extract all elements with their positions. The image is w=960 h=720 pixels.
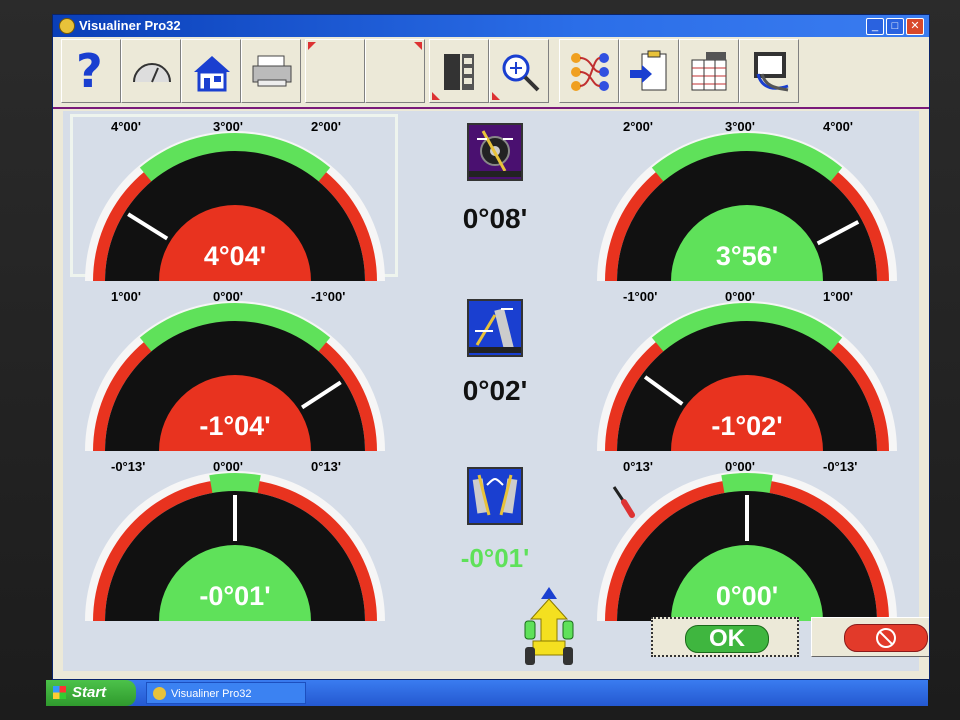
gauge-value: 4°04' — [203, 241, 267, 271]
house-icon — [194, 56, 230, 92]
window-title: Visualiner Pro32 — [79, 18, 181, 33]
app-icon — [153, 687, 166, 700]
total-toe-button[interactable] — [467, 467, 523, 525]
film-icon — [444, 54, 474, 90]
gauge-value: -1°04' — [199, 411, 271, 441]
print-button[interactable] — [241, 39, 301, 103]
gauge-tick-label: 0°13' — [311, 459, 341, 474]
help-button[interactable]: ? — [61, 39, 121, 103]
gauge-tick-label: 0°00' — [213, 289, 243, 304]
taskbar-item-visualiner[interactable]: Visualiner Pro32 — [146, 682, 306, 704]
taskbar: Start Visualiner Pro32 — [46, 680, 928, 706]
network-button[interactable] — [559, 39, 619, 103]
cross-caster-button[interactable] — [467, 299, 523, 357]
home-button[interactable] — [181, 39, 241, 103]
spreadsheet-icon — [691, 52, 727, 91]
gauge-tick-label: 0°00' — [213, 459, 243, 474]
maximize-button[interactable]: □ — [886, 18, 904, 35]
wheel-caster-icon — [469, 308, 521, 353]
film-button[interactable] — [429, 39, 489, 103]
gauge-tick-label: 2°00' — [623, 119, 653, 134]
no-entry-icon — [876, 628, 896, 648]
cross-caster-value: 0°02' — [462, 375, 528, 406]
close-button[interactable]: ✕ — [906, 18, 924, 35]
gauge-tick-label: 4°00' — [823, 119, 853, 134]
app-window: Visualiner Pro32 _ □ ✕ ? 4°00' 3°00' 2°0… — [52, 14, 930, 680]
zoom-button[interactable] — [489, 39, 549, 103]
diagnostics-button[interactable] — [739, 39, 799, 103]
car-direction-icon — [524, 587, 574, 665]
question-icon: ? — [76, 44, 103, 98]
cross-camber-button[interactable] — [467, 123, 523, 181]
gauge-tick-label: -0°13' — [823, 459, 858, 474]
gauge-tick-label: 4°00' — [111, 119, 141, 134]
screwdriver-icon[interactable] — [608, 483, 638, 519]
gauge-value: -0°01' — [199, 581, 271, 611]
title-bar: Visualiner Pro32 _ □ ✕ — [53, 15, 929, 37]
blank-button-2[interactable] — [365, 39, 425, 103]
cancel-button[interactable] — [811, 617, 929, 657]
ok-button[interactable]: OK — [651, 617, 799, 657]
connections-icon — [571, 53, 609, 91]
gauge-tick-label: 1°00' — [823, 289, 853, 304]
gauge-tick-label: -1°00' — [311, 289, 346, 304]
gauge-tick-label: -1°00' — [623, 289, 658, 304]
start-button[interactable]: Start — [46, 680, 136, 706]
alignment-panel: 4°00' 3°00' 2°00' 4°04' 2°00' 3°00' 4°00' 3°56… — [63, 111, 929, 671]
toolbar: ? — [53, 37, 929, 109]
gauge-tick-label: 2°00' — [311, 119, 341, 134]
gauge-tick-label: 3°00' — [725, 119, 755, 134]
cross-camber-value: 0°08' — [462, 203, 528, 234]
wheels-toe-icon — [472, 474, 518, 516]
clipboard-arrow-icon — [630, 50, 667, 91]
speedometer-icon — [133, 63, 171, 83]
gauge-tick-label: 0°00' — [725, 459, 755, 474]
clipboard-button[interactable] — [619, 39, 679, 103]
windows-flag-icon — [53, 686, 66, 699]
gauge-tick-label: 0°00' — [725, 289, 755, 304]
app-icon — [59, 18, 75, 34]
total-toe-value: -0°01' — [460, 543, 530, 573]
gauge-tick-label: 1°00' — [111, 289, 141, 304]
wheel-camber-icon — [469, 130, 521, 177]
blank-button-1[interactable] — [305, 39, 365, 103]
ok-label: OK — [685, 625, 769, 653]
table-button[interactable] — [679, 39, 739, 103]
gauge-value: -1°02' — [711, 411, 783, 441]
gauge-button[interactable] — [121, 39, 181, 103]
gauge-tick-label: -0°13' — [111, 459, 146, 474]
printer-icon — [252, 55, 292, 87]
gauge-value: 0°00' — [715, 581, 779, 611]
minimize-button[interactable]: _ — [866, 18, 884, 35]
gauge-tick-label: 0°13' — [623, 459, 653, 474]
magnifier-icon — [502, 54, 540, 92]
gauge-value: 3°56' — [715, 241, 779, 271]
gauge-tick-label: 3°00' — [213, 119, 243, 134]
monitor-cable-icon — [754, 52, 789, 92]
